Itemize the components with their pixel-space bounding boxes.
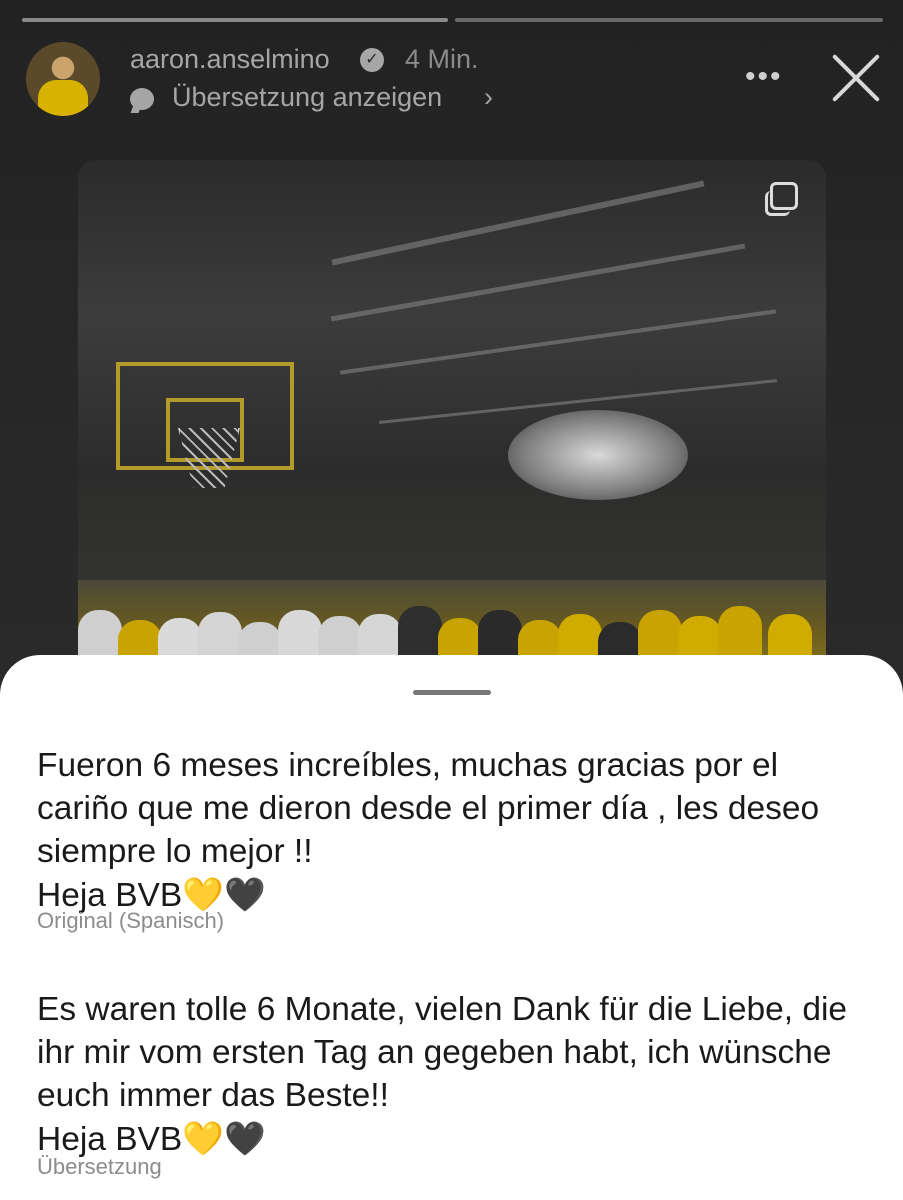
original-caption: Fueron 6 meses increíbles, muchas gracia…	[37, 744, 867, 917]
black-heart-icon: 🖤	[223, 1119, 266, 1158]
original-language-label: Original (Spanisch)	[37, 908, 225, 933]
roof-beam	[330, 243, 746, 322]
story-progress-segment-2	[455, 18, 883, 22]
username[interactable]: aaron.anselmino	[130, 44, 330, 75]
translated-caption-text: Es waren tolle 6 Monate, vielen Dank für…	[37, 991, 848, 1114]
post-time: 4 Min.	[405, 44, 479, 74]
story-progress-segment-1	[22, 18, 448, 22]
translated-sign-off: Heja BVB	[37, 1121, 183, 1158]
more-options-icon[interactable]: •••	[745, 60, 783, 94]
story-photo[interactable]	[78, 160, 826, 680]
verified-badge-icon: ✓	[360, 48, 384, 72]
black-heart-icon: 🖤	[223, 875, 266, 914]
sheet-drag-handle[interactable]	[413, 690, 491, 695]
avatar[interactable]	[26, 42, 100, 116]
original-caption-text: Fueron 6 meses increíbles, muchas gracia…	[37, 747, 820, 870]
stadium-light	[508, 410, 688, 500]
roof-beam	[331, 180, 705, 266]
close-icon[interactable]	[830, 52, 882, 104]
yellow-heart-icon: 💛	[182, 1119, 224, 1158]
speech-bubble-icon[interactable]	[130, 88, 154, 110]
roof-beam	[339, 309, 777, 375]
translation-label: Übersetzung	[37, 1154, 162, 1179]
show-translation-link[interactable]: Übersetzung anzeigen	[172, 82, 442, 113]
avatar-kit	[38, 80, 88, 116]
chevron-right-icon[interactable]: ›	[484, 82, 493, 113]
translated-caption: Es waren tolle 6 Monate, vielen Dank für…	[37, 988, 867, 1161]
basketball-net	[178, 428, 240, 488]
carousel-icon	[765, 182, 798, 216]
